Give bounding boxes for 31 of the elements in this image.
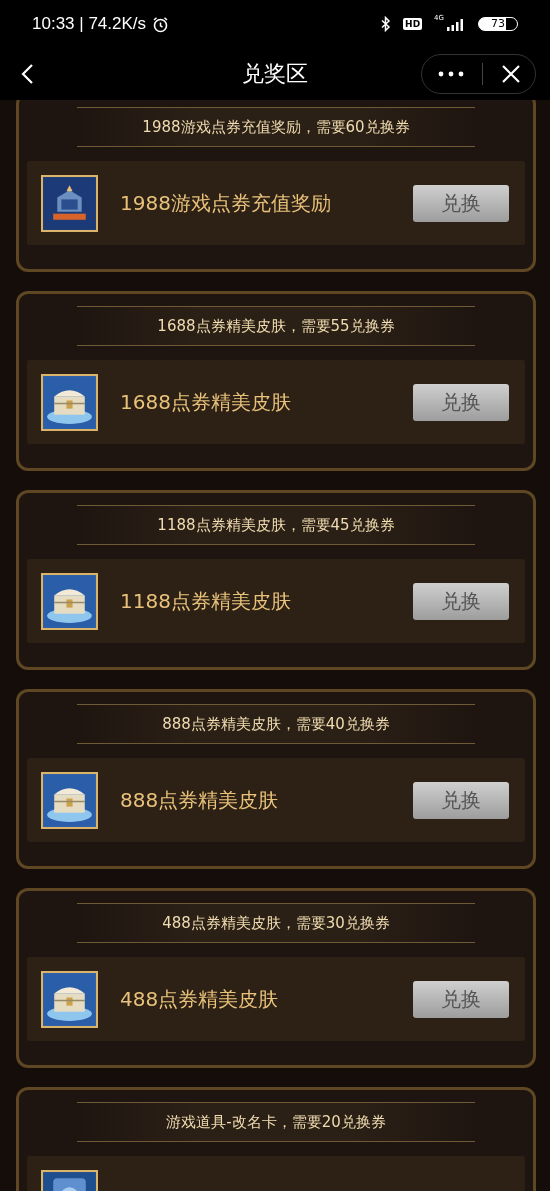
bluetooth-icon	[381, 16, 392, 32]
page-title: 兑奖区	[241, 60, 309, 88]
reward-heading: 488点券精美皮肤，需要30兑换券	[162, 913, 390, 933]
hd-badge: HD	[403, 18, 423, 30]
reward-name: 1188点券精美皮肤	[120, 587, 292, 615]
redeem-button[interactable]: 兑换	[413, 184, 509, 222]
reward-heading: 1988游戏点券充值奖励，需要60兑换券	[142, 117, 410, 137]
back-icon[interactable]	[20, 63, 34, 85]
reward-name: 888点券精美皮肤	[120, 786, 280, 814]
reward-name: 1988游戏点券充值奖励	[120, 189, 332, 217]
reward-heading: 888点券精美皮肤，需要40兑换券	[162, 714, 390, 734]
signal-icon	[446, 17, 466, 31]
reward-heading: 1688点券精美皮肤，需要55兑换券	[157, 316, 395, 336]
reward-heading: 1188点券精美皮肤，需要45兑换券	[157, 515, 395, 535]
battery-indicator: 73	[478, 17, 518, 31]
more-icon[interactable]	[438, 71, 464, 77]
reward-name: 1688点券精美皮肤	[120, 388, 292, 416]
alarm-clock-icon	[152, 15, 170, 33]
status-time: 10:33 | 74.2K/s	[32, 14, 147, 34]
reward-name: 488点券精美皮肤	[120, 985, 280, 1013]
treasure-chest-icon	[41, 373, 98, 431]
redeem-button[interactable]: 兑换	[413, 582, 509, 620]
close-icon[interactable]	[501, 64, 521, 84]
redeem-button[interactable]: 兑换	[413, 781, 509, 819]
redeem-button[interactable]: 兑换	[413, 383, 509, 421]
treasure-chest-icon	[41, 970, 98, 1028]
treasure-chest-icon	[41, 771, 98, 829]
redeem-button[interactable]: 兑换	[413, 980, 509, 1018]
treasure-chest-icon	[41, 572, 98, 630]
reward-heading: 游戏道具-改名卡，需要20兑换券	[166, 1112, 386, 1132]
game-reward-image	[41, 174, 98, 232]
